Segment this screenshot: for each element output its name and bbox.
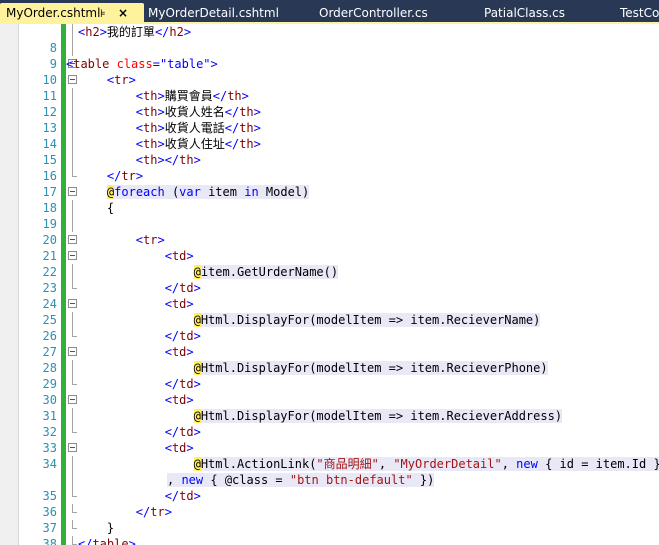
outline-margin	[67, 216, 79, 232]
code-line[interactable]: 30 </td>	[0, 376, 659, 407]
code-line[interactable]: 37 </tr>	[0, 504, 659, 535]
code-line[interactable]: 27 </td>	[0, 328, 659, 359]
code-line[interactable]: 18 @foreach (var item in Model)	[0, 184, 659, 215]
code-line[interactable]: 39 </table>	[0, 536, 659, 545]
code-line[interactable]: 31 <td>	[0, 392, 659, 423]
code-line[interactable]: 28 <td>	[0, 344, 659, 375]
code-line[interactable]: @Html.ActionLink("商品明細", "MyOrderDetail"…	[0, 456, 659, 472]
tab-label: TestCo	[620, 6, 659, 20]
tab-label: PatialClass.cs	[484, 6, 566, 20]
code-line[interactable]: 19 {	[0, 200, 659, 231]
code-line[interactable]: 34 <td>	[0, 440, 659, 471]
code-line[interactable]: 11 <tr>	[0, 72, 659, 103]
code-line[interactable]: 32 @Html.DisplayFor(modelItem => item.Re…	[0, 408, 659, 439]
document-tab-strip: MyOrder.cshtml ⊧ × MyOrderDetail.cshtml …	[0, 0, 659, 24]
code-line[interactable]: 12 <th>購買會員</th>	[0, 88, 659, 119]
code-line[interactable]: 20	[0, 216, 659, 247]
code-line[interactable]: 22 <td>	[0, 248, 659, 279]
code-line[interactable]: 10 <table class="table">	[0, 56, 659, 87]
tab-myorderdetail-cshtml[interactable]: MyOrderDetail.cshtml	[142, 3, 279, 24]
code-line[interactable]: 38 }	[0, 520, 659, 545]
code-line[interactable]: 26 @Html.DisplayFor(modelItem => item.Re…	[0, 312, 659, 343]
tab-label: MyOrder.cshtml	[6, 6, 101, 20]
outline-margin	[67, 472, 79, 488]
code-line-wrapped[interactable]: 35 , new { @class = "btn btn-default" })	[0, 472, 659, 503]
code-line[interactable]: 13 <th>收貨人姓名</th>	[0, 104, 659, 135]
code-line[interactable]: 24 </td>	[0, 280, 659, 311]
code-line[interactable]: 29 @Html.DisplayFor(modelItem => item.Re…	[0, 360, 659, 391]
tab-testco[interactable]: TestCo	[614, 3, 659, 24]
code-line[interactable]: 9	[0, 40, 659, 71]
code-line[interactable]: 8 <h2>我的訂單</h2>	[0, 24, 659, 55]
tab-label: OrderController.cs	[319, 6, 428, 20]
outline-margin	[67, 40, 79, 56]
tab-ordercontroller-cs[interactable]: OrderController.cs	[313, 3, 428, 24]
code-line[interactable]: 23 @item.GetUrderName()	[0, 264, 659, 295]
code-line[interactable]: 14 <th>收貨人電話</th>	[0, 120, 659, 151]
code-editor[interactable]: 8 <h2>我的訂單</h2> 9 10 <table class="table…	[0, 24, 659, 545]
code-line[interactable]: 25 <td>	[0, 296, 659, 327]
code-line[interactable]: 36 </td>	[0, 488, 659, 519]
code-line[interactable]: 16 <th></th>	[0, 152, 659, 183]
tab-myorder-cshtml[interactable]: MyOrder.cshtml ⊧ ×	[0, 3, 144, 24]
close-icon[interactable]: ×	[118, 3, 128, 24]
code-line[interactable]: 15 <th>收貨人住址</th>	[0, 136, 659, 167]
code-line[interactable]: 33 </td>	[0, 424, 659, 455]
pin-icon[interactable]: ⊧	[100, 3, 106, 24]
tab-patialclass-cs[interactable]: PatialClass.cs	[478, 3, 565, 24]
code-line[interactable]: 17 </tr>	[0, 168, 659, 199]
tab-label: MyOrderDetail.cshtml	[148, 6, 279, 20]
code-line[interactable]: 21 <tr>	[0, 232, 659, 263]
